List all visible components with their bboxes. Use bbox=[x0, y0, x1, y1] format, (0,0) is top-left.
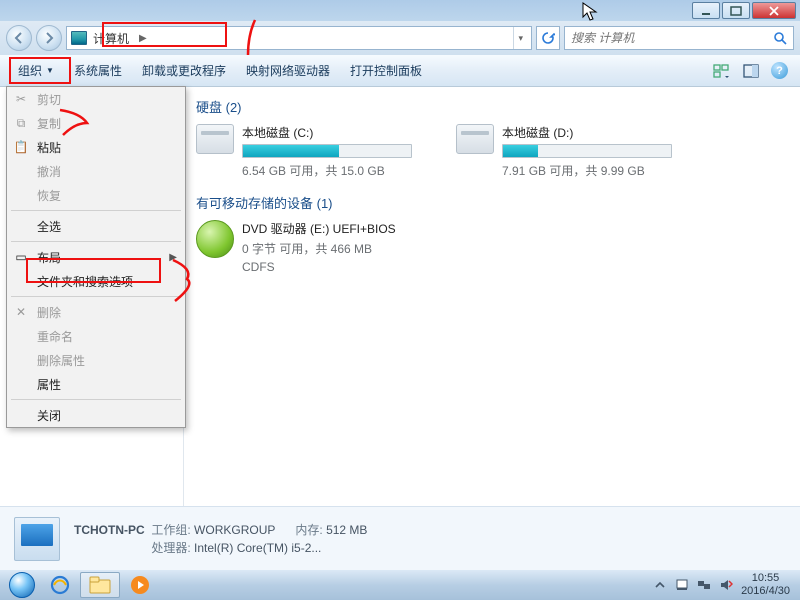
drive-label: 本地磁盘 (C:) bbox=[242, 124, 412, 141]
menu-properties[interactable]: 属性 bbox=[7, 372, 185, 396]
dvd-fs: CDFS bbox=[242, 260, 396, 274]
drive-stat: 7.91 GB 可用，共 9.99 GB bbox=[502, 162, 672, 179]
help-button[interactable]: ? bbox=[771, 62, 788, 79]
drive-usage-bar bbox=[242, 144, 412, 158]
preview-pane-button[interactable] bbox=[741, 63, 761, 79]
menu-rename[interactable]: 重命名 bbox=[7, 324, 185, 348]
uninstall-button[interactable]: 卸载或更改程序 bbox=[132, 58, 236, 83]
workgroup-key: 工作组: bbox=[151, 523, 190, 537]
chevron-down-icon: ▼ bbox=[46, 66, 54, 75]
taskbar-ie[interactable] bbox=[40, 572, 80, 598]
close-button[interactable] bbox=[752, 2, 796, 19]
menu-layout[interactable]: ▭布局▶ bbox=[7, 245, 185, 269]
menu-copy[interactable]: ⧉复制 bbox=[7, 111, 185, 135]
start-button[interactable] bbox=[4, 571, 40, 599]
toolbar: 组织 ▼ 系统属性 卸载或更改程序 映射网络驱动器 打开控制面板 ? bbox=[0, 55, 800, 87]
address-text: 计算机 bbox=[93, 30, 129, 47]
taskbar: 10:55 2016/4/30 bbox=[0, 570, 800, 600]
memory-key: 内存: bbox=[295, 523, 322, 537]
menu-select-all[interactable]: 全选 bbox=[7, 214, 185, 238]
menu-redo[interactable]: 恢复 bbox=[7, 183, 185, 207]
dvd-drive[interactable]: DVD 驱动器 (E:) UEFI+BIOS 0 字节 可用，共 466 MB … bbox=[196, 220, 788, 274]
workgroup-value: WORKGROUP bbox=[194, 523, 275, 537]
clock-date: 2016/4/30 bbox=[741, 585, 790, 598]
cpu-value: Intel(R) Core(TM) i5-2... bbox=[194, 541, 321, 555]
submenu-arrow-icon: ▶ bbox=[169, 252, 177, 263]
menu-delete[interactable]: ✕删除 bbox=[7, 300, 185, 324]
removable-header: 有可移动存储的设备 (1) bbox=[196, 193, 788, 212]
drive-icon bbox=[456, 124, 494, 154]
windows-orb-icon bbox=[9, 572, 35, 598]
computer-large-icon bbox=[14, 517, 60, 561]
menu-separator bbox=[11, 210, 181, 211]
menu-separator bbox=[11, 241, 181, 242]
maximize-button[interactable] bbox=[722, 2, 750, 19]
system-tray: 10:55 2016/4/30 bbox=[653, 572, 796, 598]
nav-back-button[interactable] bbox=[6, 25, 32, 51]
drive-icon bbox=[196, 124, 234, 154]
breadcrumb-arrow-icon: ▶ bbox=[139, 33, 147, 44]
tray-network-icon[interactable] bbox=[697, 578, 711, 592]
organize-menu: ✂剪切 ⧉复制 📋粘贴 撤消 恢复 全选 ▭布局▶ 文件夹和搜索选项 ✕删除 重… bbox=[6, 86, 186, 428]
menu-folder-options[interactable]: 文件夹和搜索选项 bbox=[7, 269, 185, 293]
address-box[interactable]: 计算机 ▶ ▾ bbox=[66, 26, 532, 50]
map-drive-button[interactable]: 映射网络驱动器 bbox=[236, 58, 340, 83]
system-properties-button[interactable]: 系统属性 bbox=[64, 58, 132, 83]
cut-icon: ✂ bbox=[13, 91, 29, 107]
computer-icon bbox=[71, 31, 87, 45]
drive-c[interactable]: 本地磁盘 (C:) 6.54 GB 可用，共 15.0 GB bbox=[196, 124, 416, 179]
hard-disk-header: 硬盘 (2) bbox=[196, 97, 788, 116]
nav-forward-button[interactable] bbox=[36, 25, 62, 51]
computer-name: TCHOTN-PC bbox=[74, 523, 145, 537]
paste-icon: 📋 bbox=[13, 139, 29, 155]
drive-stat: 6.54 GB 可用，共 15.0 GB bbox=[242, 162, 412, 179]
taskbar-explorer[interactable] bbox=[80, 572, 120, 598]
tray-volume-icon[interactable] bbox=[719, 578, 733, 592]
menu-undo[interactable]: 撤消 bbox=[7, 159, 185, 183]
tray-clock[interactable]: 10:55 2016/4/30 bbox=[741, 572, 790, 598]
menu-cut[interactable]: ✂剪切 bbox=[7, 87, 185, 111]
drive-label: 本地磁盘 (D:) bbox=[502, 124, 672, 141]
view-mode-button[interactable] bbox=[711, 63, 731, 79]
cpu-key: 处理器: bbox=[151, 541, 190, 555]
dvd-label: DVD 驱动器 (E:) UEFI+BIOS bbox=[242, 220, 396, 237]
minimize-button[interactable] bbox=[692, 2, 720, 19]
tray-action-icon[interactable] bbox=[675, 578, 689, 592]
address-dropdown-icon[interactable]: ▾ bbox=[513, 27, 527, 49]
address-bar: 计算机 ▶ ▾ bbox=[0, 21, 800, 55]
menu-close[interactable]: 关闭 bbox=[7, 403, 185, 427]
search-icon bbox=[773, 31, 787, 45]
clock-time: 10:55 bbox=[741, 572, 790, 585]
taskbar-media-player[interactable] bbox=[120, 572, 160, 598]
details-pane: TCHOTN-PC 工作组: WORKGROUP 内存: 512 MB TCHO… bbox=[0, 506, 800, 570]
drive-usage-bar bbox=[502, 144, 672, 158]
organize-button[interactable]: 组织 ▼ bbox=[8, 58, 64, 83]
control-panel-button[interactable]: 打开控制面板 bbox=[340, 58, 432, 83]
copy-icon: ⧉ bbox=[13, 115, 29, 131]
drive-d[interactable]: 本地磁盘 (D:) 7.91 GB 可用，共 9.99 GB bbox=[456, 124, 676, 179]
menu-paste[interactable]: 📋粘贴 bbox=[7, 135, 185, 159]
refresh-button[interactable] bbox=[536, 26, 560, 50]
mouse-cursor bbox=[582, 2, 598, 27]
search-input[interactable] bbox=[571, 31, 751, 45]
delete-icon: ✕ bbox=[13, 304, 29, 320]
menu-separator bbox=[11, 399, 181, 400]
dvd-stat: 0 字节 可用，共 466 MB bbox=[242, 240, 396, 257]
layout-icon: ▭ bbox=[13, 249, 29, 265]
menu-remove-props[interactable]: 删除属性 bbox=[7, 348, 185, 372]
search-box[interactable] bbox=[564, 26, 794, 50]
memory-value: 512 MB bbox=[326, 523, 367, 537]
menu-separator bbox=[11, 296, 181, 297]
organize-label: 组织 bbox=[18, 62, 42, 79]
tray-up-icon[interactable] bbox=[653, 578, 667, 592]
disc-icon bbox=[196, 220, 234, 258]
content-pane: 硬盘 (2) 本地磁盘 (C:) 6.54 GB 可用，共 15.0 GB 本地… bbox=[184, 87, 800, 506]
window-titlebar bbox=[0, 0, 800, 21]
